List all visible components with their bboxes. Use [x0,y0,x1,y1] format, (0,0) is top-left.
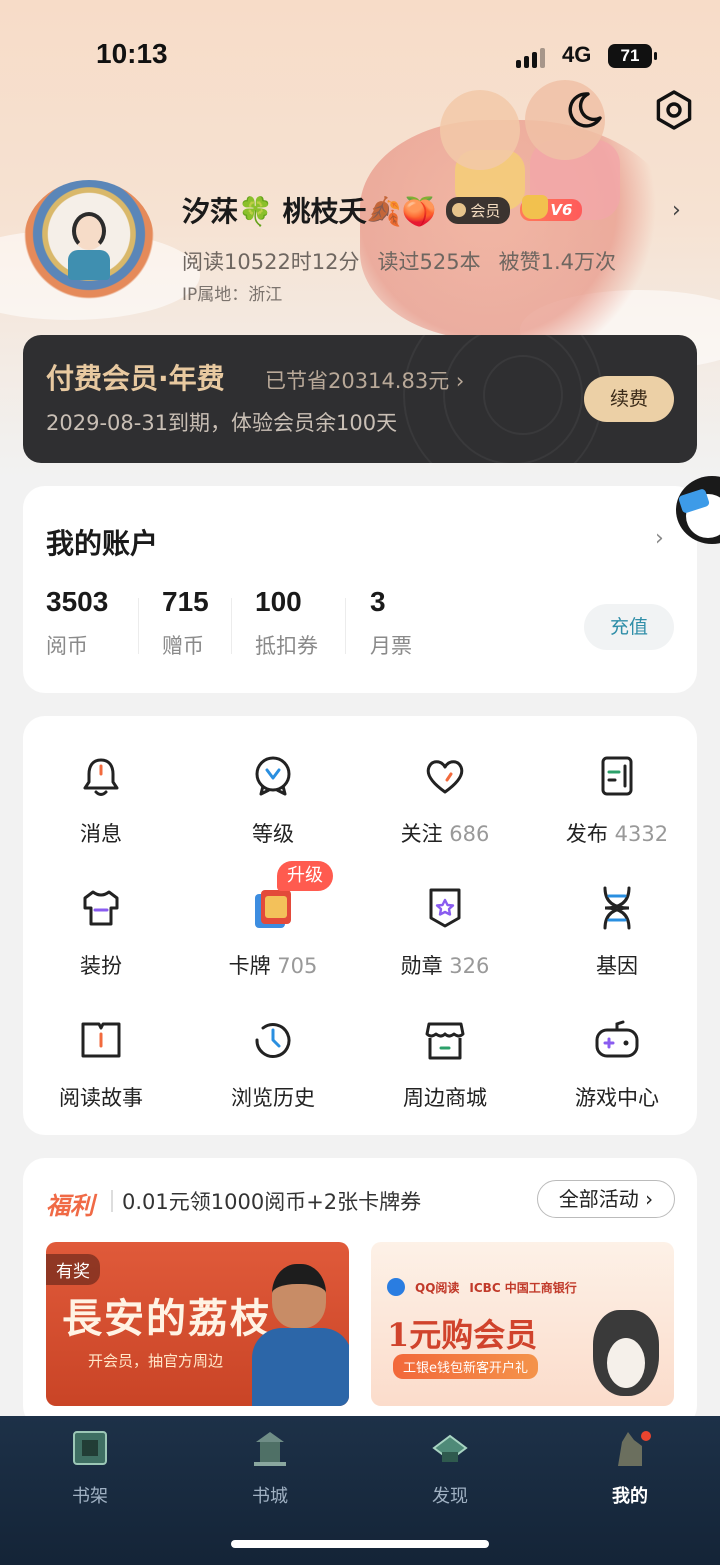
divider [111,1190,113,1212]
bell-icon [83,758,119,796]
chevron-right-icon[interactable]: › [655,526,664,551]
upgrade-badge: 升级 [277,861,333,891]
gamepad-icon [595,1020,639,1058]
shop-icon [425,1022,465,1060]
partner-logos: QQ阅读 ICBC 中国工商银行 [387,1278,577,1296]
dna-icon [603,886,631,930]
vip-title: 付费会员·年费 [46,362,225,395]
promo-banner-changan-lychee[interactable]: 有奖 長安的荔枝 开会员，抽官方周边 [46,1242,349,1406]
books-read: 读过525本 [377,250,481,274]
account-title: 我的账户 [46,527,159,560]
vip-badge[interactable]: 会员 [446,196,511,224]
grid-item-dress-up[interactable]: 装扮 [15,884,187,980]
welfare-promo-text[interactable]: 0.01元领1000阅币+2张卡牌券 [122,1186,421,1216]
account-coins[interactable]: 3503 阅币 [46,586,108,660]
status-time: 10:13 [96,38,168,69]
shirt-icon [83,890,119,926]
banner-pill: 工银e钱包新客开户礼 [393,1354,538,1379]
home-indicator[interactable] [231,1540,489,1548]
reading-stats: 阅读10522时12分 读过525本 被赞1.4万次 [182,246,616,276]
renew-button[interactable]: 续费 [584,376,674,422]
promo-banner-icbc-vip[interactable]: QQ阅读 ICBC 中国工商银行 1元购会员 工银e钱包新客开户礼 [371,1242,674,1406]
likes-received: 被赞1.4万次 [498,250,617,274]
grid-item-reading-story[interactable]: 阅读故事 [15,1016,187,1112]
vip-membership-card[interactable]: 付费会员·年费 已节省20314.83元 › 2029-08-31到期，体验会员… [23,335,697,463]
history-icon [255,1023,291,1058]
welfare-label: 福利 [46,1192,94,1220]
tab-bookshelf[interactable]: 书架 [0,1416,180,1526]
grid-item-cards[interactable]: 卡牌 705 [187,884,359,980]
chevron-right-icon[interactable]: › [672,198,681,223]
signal-icon [516,48,545,68]
divider [231,598,232,654]
bookstore-icon [254,1432,286,1466]
night-mode-icon[interactable] [562,88,606,132]
grid-item-history[interactable]: 浏览历史 [187,1016,359,1112]
tab-profile[interactable]: 我的 [540,1416,720,1526]
settings-icon[interactable] [652,88,696,132]
feature-grid: 消息 等级 关注 686 发布 4332 装扮 卡牌 705 勋章 326 基因… [23,716,697,1135]
grid-item-level[interactable]: 等级 [187,752,359,848]
medal-icon [429,888,461,928]
banner-title: 1元购会员 [387,1316,538,1354]
grid-item-messages[interactable]: 消息 [15,752,187,848]
account-gift-coins[interactable]: 715 赠币 [162,586,209,660]
profile-icon [618,1431,651,1466]
status-bar: 10:13 4G 71 [0,38,720,78]
divider [345,598,346,654]
actor-illustration [252,1328,349,1406]
qq-reading-logo-icon [387,1278,405,1296]
heart-icon [426,760,464,794]
vip-saved-amount[interactable]: 已节省20314.83元 › [265,365,464,395]
publish-icon [601,756,633,796]
grid-item-genes[interactable]: 基因 [531,884,703,980]
divider [138,598,139,654]
tab-bookstore[interactable]: 书城 [180,1416,360,1526]
avatar[interactable] [24,180,154,300]
crown-icon [522,195,549,219]
level-badge[interactable]: V6 [520,195,583,221]
grid-item-shop[interactable]: 周边商城 [359,1016,531,1112]
grid-item-game-center[interactable]: 游戏中心 [531,1016,703,1112]
grid-item-publish[interactable]: 发布 4332 [531,752,703,848]
reading-time: 阅读10522时12分 [182,250,360,274]
banner-title: 長安的荔枝 [62,1295,272,1342]
recharge-button[interactable]: 充值 [584,604,674,650]
account-coupons[interactable]: 100 抵扣券 [255,586,318,660]
all-activities-button[interactable]: 全部活动 › [537,1180,675,1218]
discover-icon [432,1434,468,1462]
account-card[interactable]: 我的账户 › 3503 阅币 715 赠币 100 抵扣券 3 月票 充值 [23,486,697,693]
bookshelf-icon [73,1431,107,1465]
banner-subtitle: 开会员，抽官方周边 [88,1352,224,1370]
floating-penguin-icon[interactable] [672,470,720,550]
network-type: 4G [562,42,592,67]
welfare-card: 福利 0.01元领1000阅币+2张卡牌券 全部活动 › 有奖 長安的荔枝 开会… [23,1158,697,1428]
vip-shield-icon [452,203,467,217]
boy-illustration [440,90,520,170]
level-icon [255,756,291,796]
account-monthly-tickets[interactable]: 3 月票 [370,586,412,660]
nickname-row: 汐莯🍀 桃枝夭🍂🍑 会员 V6 [182,190,583,230]
grid-item-medals[interactable]: 勋章 326 [359,884,531,980]
user-profile[interactable]: 汐莯🍀 桃枝夭🍂🍑 会员 V6 › 阅读10522时12分 读过525本 被赞1… [0,180,720,310]
ip-location: IP属地：浙江 [182,285,283,305]
tab-discover[interactable]: 发现 [360,1416,540,1526]
prize-tag: 有奖 [46,1254,100,1285]
nickname: 汐莯🍀 桃枝夭🍂🍑 [182,195,437,228]
grid-item-following[interactable]: 关注 686 [359,752,531,848]
book-icon [81,1022,121,1058]
card-icon [255,890,291,928]
battery-icon: 71 [608,44,657,68]
vip-expire-date: 2029-08-31到期，体验会员余100天 [46,411,398,435]
